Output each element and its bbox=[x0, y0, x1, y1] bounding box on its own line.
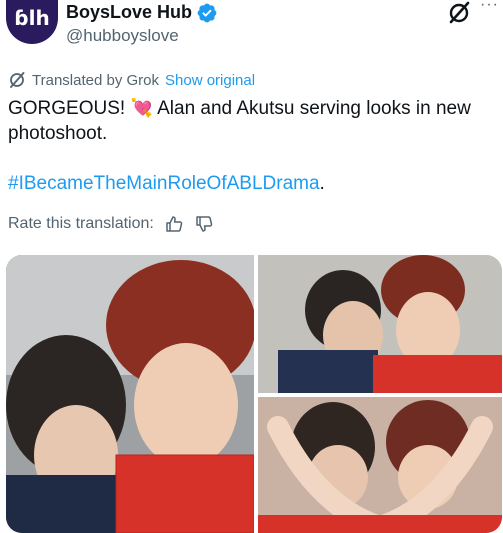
more-options-button[interactable]: ··· bbox=[480, 0, 502, 16]
heart-arrow-emoji: 💘 bbox=[130, 98, 153, 118]
photo-3[interactable] bbox=[258, 397, 502, 533]
rate-translation-row: Rate this translation: bbox=[8, 214, 214, 234]
rate-translation-label: Rate this translation: bbox=[8, 215, 154, 232]
verified-badge-icon bbox=[196, 2, 218, 24]
avatar-logo-text: ɓlh bbox=[14, 6, 50, 30]
tweet-text: GORGEOUS! 💘 Alan and Akutsu serving look… bbox=[8, 96, 498, 146]
thumbs-down-icon[interactable] bbox=[194, 214, 214, 234]
hashtag-link[interactable]: #IBecameTheMainRoleOfABLDrama bbox=[8, 173, 320, 194]
avatar[interactable]: ɓlh bbox=[6, 0, 58, 44]
thumbs-up-icon[interactable] bbox=[164, 214, 184, 234]
author-handle[interactable]: @hubboyslove bbox=[66, 26, 179, 46]
show-original-link[interactable]: Show original bbox=[165, 72, 255, 89]
grok-icon[interactable] bbox=[446, 0, 472, 26]
photo-1[interactable] bbox=[6, 255, 254, 533]
hashtag-suffix: . bbox=[319, 173, 325, 194]
translated-by-label: Translated by Grok bbox=[32, 71, 159, 89]
translate-icon bbox=[8, 71, 26, 89]
media-grid bbox=[6, 255, 502, 533]
photo-2[interactable] bbox=[258, 255, 502, 393]
tweet-text-start: GORGEOUS! bbox=[8, 98, 131, 119]
translation-info-row: Translated by Grok Show original bbox=[8, 70, 255, 90]
author-name[interactable]: BoysLove Hub bbox=[66, 2, 192, 23]
hashtag-line: #IBecameTheMainRoleOfABLDrama. bbox=[8, 171, 325, 196]
